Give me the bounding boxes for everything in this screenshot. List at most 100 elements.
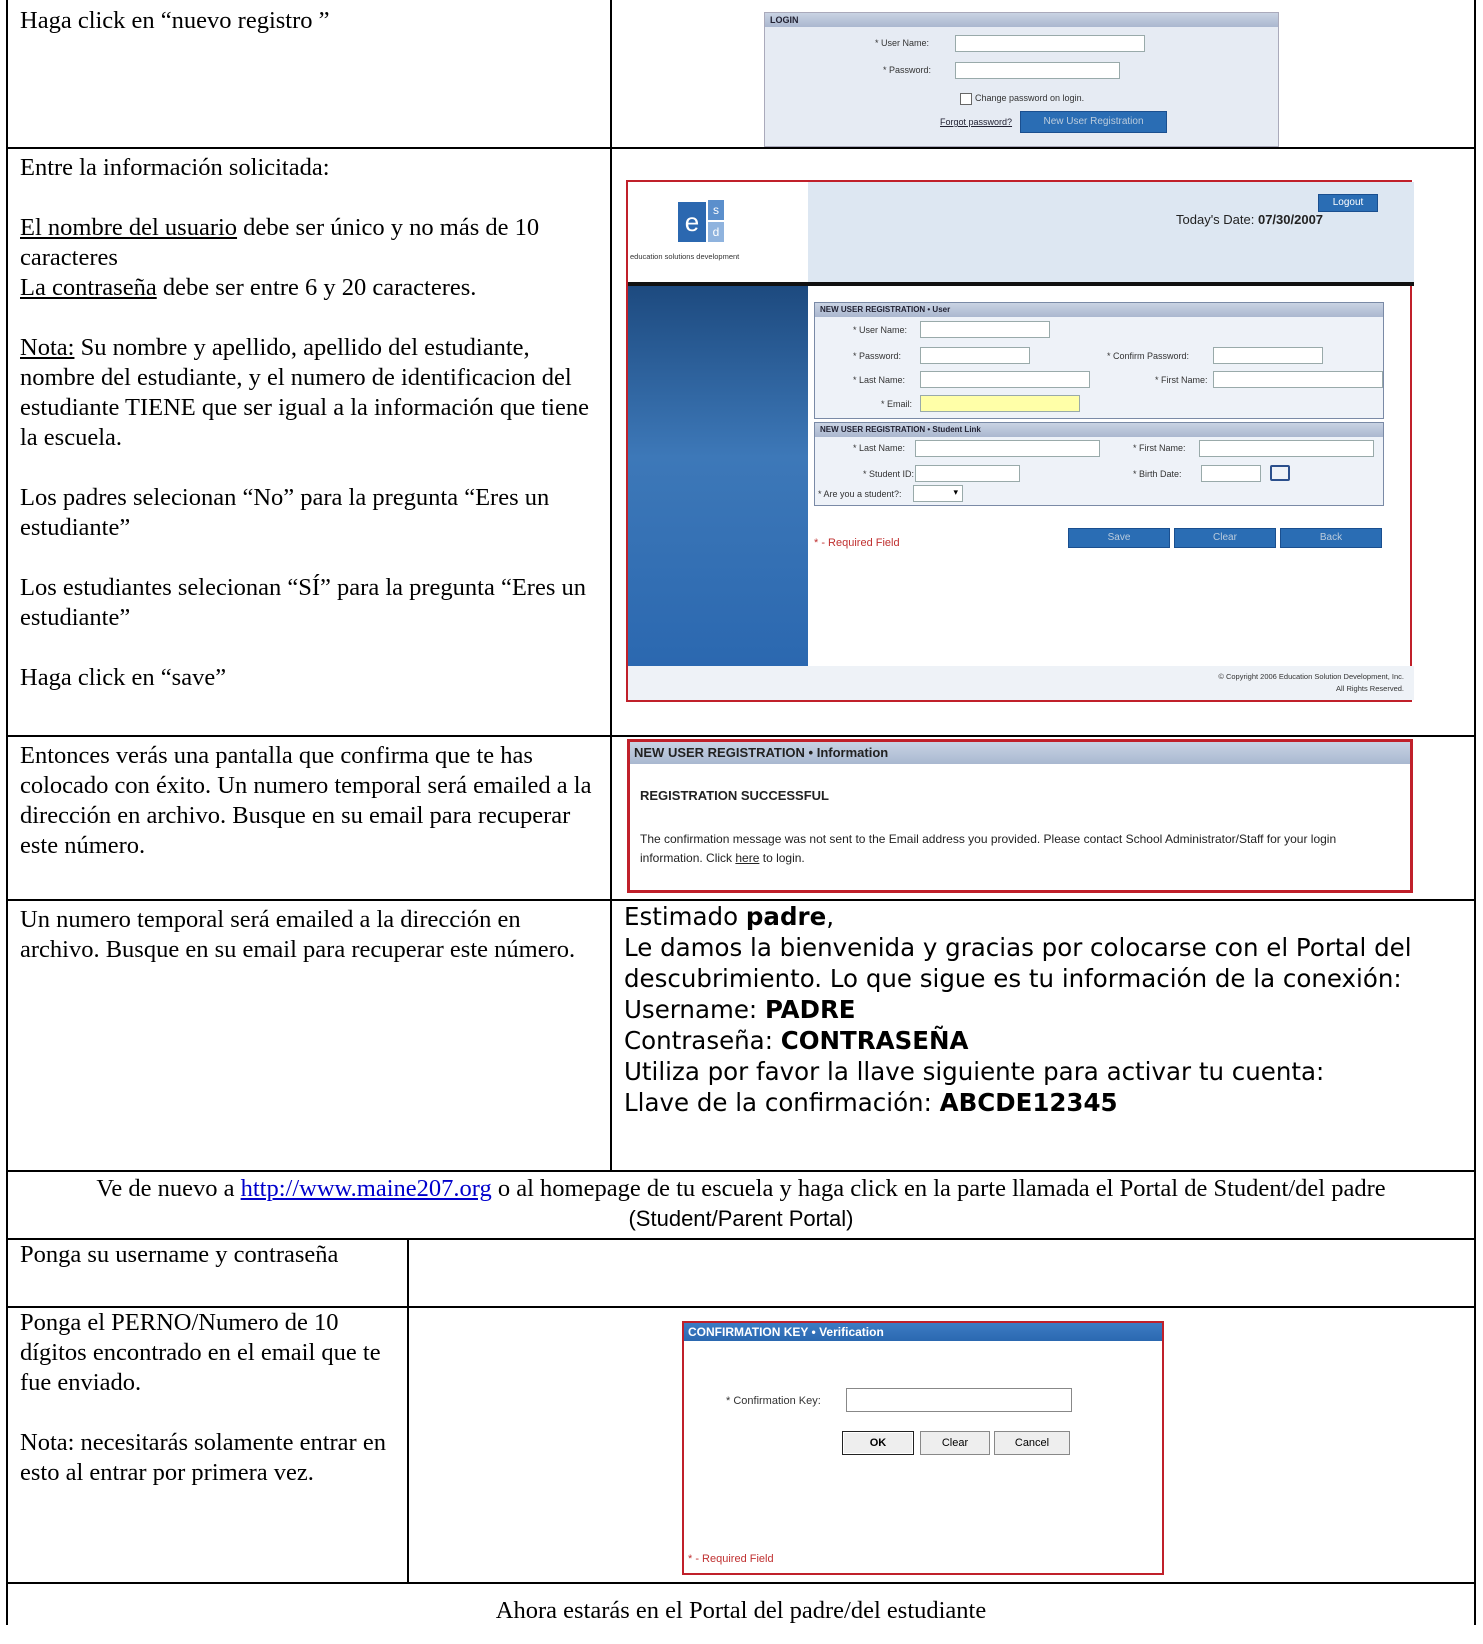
first-name-input[interactable]: [1213, 371, 1383, 388]
registration-info-screenshot: NEW USER REGISTRATION • Information REGI…: [627, 739, 1413, 893]
required-field-note: * - Required Field: [814, 537, 900, 549]
instruction-cell: Un numero temporal será emailed a la dir…: [6, 899, 610, 1170]
login-screenshot: LOGIN * User Name: * Password: Change pa…: [764, 12, 1279, 147]
sample-email: Estimado padre, Le damos la bienvenida y…: [612, 899, 1474, 1170]
are-you-student-label: * Are you a student?:: [818, 489, 902, 499]
student-first-name-label: * First Name:: [1133, 443, 1186, 453]
login-user-label: * User Name:: [875, 38, 930, 48]
instruction-cell: Haga click en “nuevo registro ”: [6, 0, 610, 147]
confirmation-key-input[interactable]: [846, 1388, 1072, 1412]
logo-text: education solutions development: [630, 252, 740, 261]
cancel-button[interactable]: Cancel: [994, 1431, 1070, 1455]
new-user-registration-button[interactable]: New User Registration: [1020, 111, 1167, 133]
here-link[interactable]: here: [735, 851, 759, 865]
login-header: LOGIN: [765, 13, 1278, 27]
password-input[interactable]: [920, 347, 1030, 364]
clear-button[interactable]: Clear: [1174, 528, 1276, 548]
row-portal: Ahora estarás en el Portal del padre/del…: [6, 1582, 1476, 1644]
confirmation-text: Entonces verás una pantalla que confirma…: [20, 742, 592, 859]
row-confirmation: Entonces verás una pantalla que confirma…: [6, 735, 1476, 901]
email-password: Contraseña: CONTRASEÑA: [624, 1026, 969, 1055]
forgot-password-link[interactable]: Forgot password?: [940, 117, 1012, 127]
student-last-name-label: * Last Name:: [853, 443, 906, 453]
column-divider: [610, 0, 612, 147]
user-section: NEW USER REGISTRATION • User * User Name…: [814, 302, 1384, 419]
parents-text: Los padres selecionan “No” para la pregu…: [20, 484, 550, 541]
student-id-input[interactable]: [915, 465, 1020, 482]
instruction-cell: Entre la información solicitada: El nomb…: [6, 147, 610, 735]
student-section-header: NEW USER REGISTRATION • Student Link: [815, 423, 1383, 437]
login-user-input[interactable]: [955, 35, 1145, 52]
email-username: Username: PADRE: [624, 995, 856, 1024]
pin-note: Nota: necesitarás solamente entrar en es…: [20, 1429, 386, 1486]
students-text: Los estudiantes selecionan “SÍ” para la …: [20, 574, 587, 631]
instruction-cell: Ponga su username y contraseña: [6, 1238, 407, 1306]
registration-screenshot: e s d education solutions development Lo…: [626, 180, 1414, 702]
email-greeting: Estimado padre,: [624, 902, 834, 931]
student-first-name-input[interactable]: [1199, 440, 1374, 457]
maine207-link[interactable]: http://www.maine207.org: [241, 1175, 492, 1202]
info-header: NEW USER REGISTRATION • Information: [630, 742, 1410, 764]
intro-text: Entre la información solicitada:: [20, 154, 330, 181]
pin-instruction: Ponga el PERNO/Numero de 10 dígitos enco…: [20, 1309, 381, 1396]
logo-d: d: [708, 222, 724, 242]
chevron-down-icon: ▾: [953, 487, 958, 497]
footer: © Copyright 2006 Education Solution Deve…: [628, 666, 1414, 700]
logo-s: s: [708, 200, 724, 220]
row-login: Ponga su username y contraseña: [6, 1238, 1476, 1308]
column-divider: [610, 735, 612, 899]
row-email: Un numero temporal será emailed a la dir…: [6, 899, 1476, 1172]
email-label: * Email:: [881, 399, 913, 409]
portal-instruction: Ve de nuevo a http://www.maine207.org o …: [96, 1175, 1386, 1231]
last-name-label: * Last Name:: [853, 375, 906, 385]
last-name-input[interactable]: [920, 371, 1090, 388]
sidebar: [628, 286, 808, 666]
note-text: Nota: Su nombre y apellido, apellido del…: [20, 334, 589, 451]
login-pass-label: * Password:: [883, 65, 932, 75]
first-name-label: * First Name:: [1155, 375, 1208, 385]
login-pass-input[interactable]: [955, 62, 1120, 79]
are-you-student-select[interactable]: ▾: [913, 485, 963, 502]
logo-area: e s d education solutions development: [628, 182, 808, 282]
email-activate: Utiliza por favor la llave siguiente par…: [624, 1057, 1325, 1086]
back-button[interactable]: Back: [1280, 528, 1382, 548]
save-button[interactable]: Save: [1068, 528, 1170, 548]
birth-date-input[interactable]: [1201, 465, 1261, 482]
user-section-header: NEW USER REGISTRATION • User: [815, 303, 1383, 317]
clear-button[interactable]: Clear: [920, 1431, 990, 1455]
calendar-icon[interactable]: [1270, 465, 1290, 481]
row-new-registration: Haga click en “nuevo registro ” LOGIN * …: [6, 0, 1476, 149]
rights-text: All Rights Reserved.: [1336, 684, 1404, 693]
student-id-label: * Student ID:: [863, 469, 915, 479]
instruction-text: Haga click en “nuevo registro ”: [20, 7, 330, 34]
confirmation-header: CONFIRMATION KEY • Verification: [684, 1323, 1162, 1341]
save-text: Haga click en “save”: [20, 664, 227, 691]
logout-button[interactable]: Logout: [1318, 194, 1378, 212]
change-password-checkbox[interactable]: [960, 93, 972, 105]
column-divider: [407, 1306, 409, 1582]
password-rule: La contraseña debe ser entre 6 y 20 cara…: [20, 274, 477, 301]
student-last-name-input[interactable]: [915, 440, 1100, 457]
password-label: * Password:: [853, 351, 902, 361]
confirm-password-input[interactable]: [1213, 347, 1323, 364]
info-message: The confirmation message was not sent to…: [640, 832, 1337, 865]
user-name-input[interactable]: [920, 321, 1050, 338]
confirmation-key-label: * Confirmation Key:: [726, 1395, 821, 1407]
copyright-text: © Copyright 2006 Education Solution Deve…: [1218, 672, 1404, 681]
row-portal-link: Ve de nuevo a http://www.maine207.org o …: [6, 1170, 1476, 1240]
login-instruction: Ponga su username y contraseña: [20, 1241, 339, 1268]
row-confirmation-key: Ponga el PERNO/Numero de 10 dígitos enco…: [6, 1306, 1476, 1584]
user-name-label: * User Name:: [853, 325, 908, 335]
email-input[interactable]: [920, 395, 1080, 412]
email-key: Llave de la confirmación: ABCDE12345: [624, 1088, 1118, 1117]
column-divider: [610, 147, 612, 735]
ok-button[interactable]: OK: [842, 1431, 914, 1455]
instruction-cell: Ponga el PERNO/Numero de 10 dígitos enco…: [6, 1306, 407, 1582]
student-section: NEW USER REGISTRATION • Student Link * L…: [814, 422, 1384, 506]
registration-successful: REGISTRATION SUCCESSFUL: [640, 788, 829, 803]
instruction-cell: Entonces verás una pantalla que confirma…: [6, 735, 610, 899]
logo-icon: e: [678, 202, 706, 242]
row-registration-form: Entre la información solicitada: El nomb…: [6, 147, 1476, 737]
temp-number-text: Un numero temporal será emailed a la dir…: [20, 906, 576, 963]
username-rule: El nombre del usuario debe ser único y n…: [20, 214, 540, 271]
